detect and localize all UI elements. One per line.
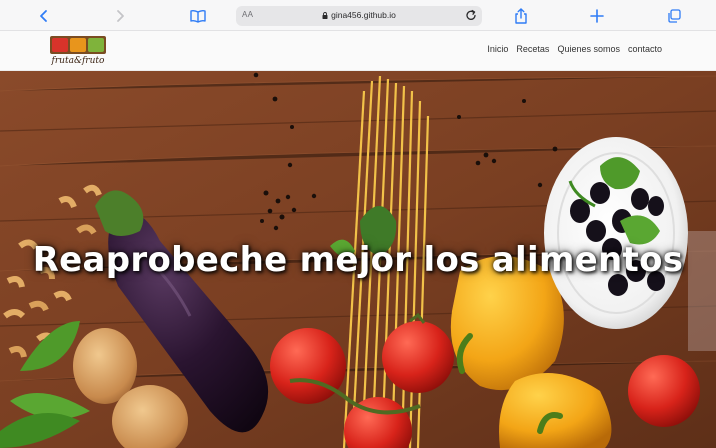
share-icon[interactable] (511, 6, 531, 26)
reload-icon[interactable] (464, 9, 478, 23)
plus-icon[interactable] (587, 6, 607, 26)
forward-icon[interactable] (110, 6, 130, 26)
tabs-icon[interactable] (664, 6, 684, 26)
nav-links: Inicio Recetas Quienes somos contacto (487, 44, 662, 54)
book-icon[interactable] (188, 6, 208, 26)
lock-icon (322, 12, 328, 19)
url-text: gina456.github.io (331, 10, 396, 20)
hero-title: Reaprobeche mejor los alimentos (32, 240, 684, 280)
hero-banner: Reaprobeche mejor los alimentos (0, 71, 716, 448)
site-navbar: fruta&fruto Inicio Recetas Quienes somos… (0, 31, 716, 71)
nav-recetas[interactable]: Recetas (516, 44, 549, 54)
nav-inicio[interactable]: Inicio (487, 44, 508, 54)
nav-contacto[interactable]: contacto (628, 44, 662, 54)
nav-quienes-somos[interactable]: Quienes somos (557, 44, 620, 54)
address-bar[interactable]: AA gina456.github.io (236, 6, 482, 26)
logo-crate-icon (50, 36, 106, 54)
browser-toolbar: AA gina456.github.io (0, 0, 716, 31)
site-logo[interactable]: fruta&fruto (46, 35, 110, 69)
back-icon[interactable] (34, 6, 54, 26)
logo-text: fruta&fruto (51, 56, 105, 66)
